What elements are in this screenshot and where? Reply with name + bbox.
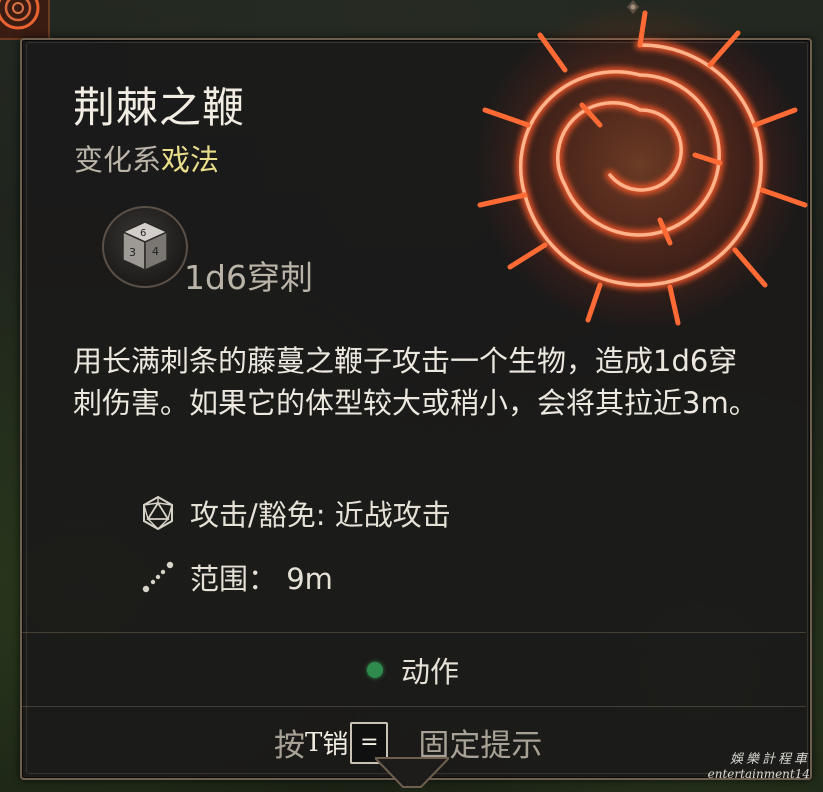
watermark-line2: entertainment14 bbox=[707, 767, 810, 781]
attack-save-row: 攻击/豁免: 近战攻击 bbox=[138, 492, 451, 534]
spell-school: 变化系 bbox=[74, 143, 162, 177]
spell-title: 荆棘之鞭 bbox=[73, 83, 246, 132]
svg-text:4: 4 bbox=[152, 245, 159, 258]
hint-key-letter: T bbox=[305, 727, 323, 758]
divider bbox=[22, 632, 806, 633]
spell-description: 用长满刺条的藤蔓之鞭子攻击一个生物，造成1d6穿刺伤害。如果它的体型较大或稍小，… bbox=[73, 344, 758, 420]
dotted-line-range-icon bbox=[138, 557, 178, 597]
thorn-spiral-sigil-icon bbox=[475, 5, 808, 330]
hint-prefix: 按 bbox=[274, 728, 305, 764]
svg-text:6: 6 bbox=[140, 228, 146, 239]
svg-text:3: 3 bbox=[129, 246, 136, 259]
spell-level: 戏法 bbox=[161, 143, 220, 177]
watermark: 娛樂計程車 entertainment14 bbox=[690, 748, 810, 781]
green-action-dot-icon bbox=[367, 662, 383, 678]
d6-dice-icon: 6 3 4 bbox=[102, 206, 188, 288]
attack-save-text: 攻击/豁免: 近战攻击 bbox=[190, 498, 451, 532]
divider bbox=[22, 706, 806, 707]
spell-slot-thumbnail-icon[interactable] bbox=[0, 0, 50, 40]
watermark-line1: 娛樂計程車 bbox=[729, 752, 810, 767]
action-cost: 动作 bbox=[367, 649, 459, 691]
range-row: 范围： 9m bbox=[138, 556, 333, 598]
action-cost-label: 动作 bbox=[401, 655, 460, 689]
range-text: 范围： 9m bbox=[190, 562, 333, 596]
damage-value: 1d6穿刺 bbox=[184, 258, 313, 297]
panel-bottom-notch bbox=[375, 757, 449, 788]
hint-overlap-char: 销 bbox=[322, 730, 349, 760]
spell-school-line: 变化系戏法 bbox=[74, 137, 219, 179]
d20-icosahedron-icon bbox=[138, 493, 178, 533]
